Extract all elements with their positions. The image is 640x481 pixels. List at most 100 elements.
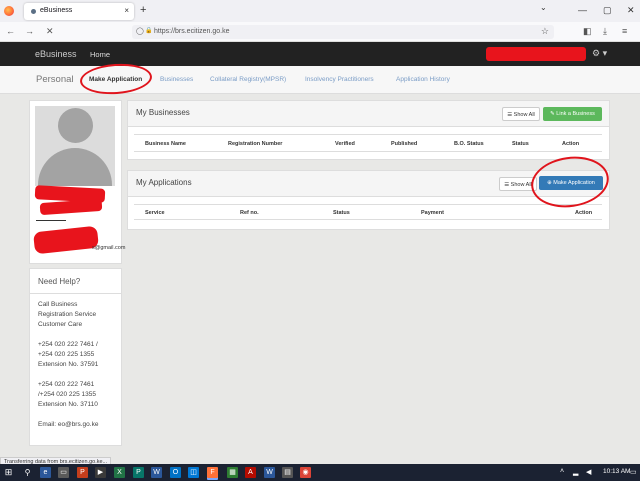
redacted-details xyxy=(33,225,99,255)
extension-icon[interactable]: ⤓ xyxy=(603,26,607,37)
app-icon-store[interactable]: ◫ xyxy=(188,467,199,478)
link-business-label: Link a Business xyxy=(556,111,595,117)
browser-tab-bar: eBusiness × + ⌄ — ▢ ✕ xyxy=(0,0,640,22)
tab-businesses[interactable]: Businesses xyxy=(160,76,193,83)
network-icon[interactable]: ▂ xyxy=(573,468,578,476)
profile-email: s@gmail.com xyxy=(92,245,126,251)
volume-icon[interactable]: ◀ xyxy=(586,468,591,476)
show-all-label: Show All xyxy=(513,112,535,118)
app-icon-publisher[interactable]: P xyxy=(133,467,144,478)
tab-close-icon[interactable]: × xyxy=(124,6,129,15)
browser-nav-bar: ← → ✕ ◯ 🔒 https://brs.ecitizen.go.ke ☆ ◧… xyxy=(0,22,640,42)
site-header: eBusiness Home ⚙ ▾ xyxy=(0,42,640,66)
url-text[interactable]: https://brs.ecitizen.go.ke xyxy=(154,28,229,35)
pocket-icon[interactable]: ◧ xyxy=(583,26,592,37)
column-header: Service xyxy=(145,210,165,216)
back-icon[interactable]: ← xyxy=(6,26,15,36)
show-all-label: Show All xyxy=(510,182,532,188)
column-header: Registration Number xyxy=(228,141,283,147)
home-link[interactable]: Home xyxy=(90,50,110,59)
app-icon-outlook[interactable]: O xyxy=(170,467,181,478)
tab-title: eBusiness xyxy=(40,7,73,14)
help-line: +254 020 222 7461 / xyxy=(38,341,98,348)
redacted-name-2 xyxy=(39,198,103,216)
help-line: Extension No. 37110 xyxy=(38,401,98,408)
panel-title: My Businesses xyxy=(136,108,190,117)
table-line xyxy=(134,134,602,135)
column-header: Published xyxy=(391,141,418,147)
app-icon-acrobat[interactable]: A xyxy=(245,467,256,478)
avatar xyxy=(35,106,115,186)
help-line: Customer Care xyxy=(38,321,83,328)
brand-logo[interactable]: eBusiness xyxy=(35,49,77,59)
app-icon-word-2[interactable]: W xyxy=(264,467,275,478)
bookmark-star-icon[interactable]: ☆ xyxy=(541,26,549,37)
column-header: Ref no. xyxy=(240,210,259,216)
app-icon-excel[interactable]: X xyxy=(114,467,125,478)
help-divider xyxy=(30,293,121,294)
app-icon-edge[interactable]: e xyxy=(40,467,51,478)
column-header: Status xyxy=(512,141,529,147)
help-line: +254 020 222 7461 xyxy=(38,381,95,388)
new-tab-button[interactable]: + xyxy=(140,4,146,16)
app-icon-generic[interactable]: ▤ xyxy=(282,467,293,478)
help-line: Extension No. 37591 xyxy=(38,361,99,368)
app-icon-media[interactable]: ▶ xyxy=(95,467,106,478)
browser-tab[interactable]: eBusiness × xyxy=(24,3,134,20)
search-icon[interactable]: ⚲ xyxy=(22,467,33,478)
help-line: +254 020 225 1355 xyxy=(38,351,95,358)
redacted-username xyxy=(486,47,586,61)
column-header: B.O. Status xyxy=(454,141,484,147)
table-line xyxy=(134,204,602,205)
firefox-logo-icon[interactable] xyxy=(4,6,14,16)
column-header: Verified xyxy=(335,141,355,147)
column-header: Business Name xyxy=(145,141,186,147)
help-line: /+254 020 225 1355 xyxy=(38,391,97,398)
column-header: Payment xyxy=(421,210,444,216)
close-window-button[interactable]: ✕ xyxy=(627,5,635,16)
help-email: Email: eo@brs.go.ke xyxy=(38,421,99,428)
avatar-body-icon xyxy=(38,148,112,186)
clock[interactable]: 10:13 AM xyxy=(603,468,630,475)
column-header: Status xyxy=(333,210,350,216)
forward-icon[interactable]: → xyxy=(25,26,34,36)
help-card: Need Help? Call Business Registration Se… xyxy=(29,268,122,446)
app-icon-chrome[interactable]: ◉ xyxy=(300,467,311,478)
minimize-button[interactable]: — xyxy=(578,5,587,15)
windows-taskbar: ⊞ ⚲ e ▭ P ▶ X P W O ◫ F ▦ A W ▤ ◉ ˄ ▂ ◀ … xyxy=(0,464,640,481)
panel-header: My Businesses ☰ Show All ✎ Link a Busine… xyxy=(128,101,609,127)
personal-title: Personal xyxy=(36,74,74,85)
profile-card: s@gmail.com xyxy=(29,100,126,264)
lock-icon[interactable]: 🔒 xyxy=(145,27,152,34)
table-line xyxy=(134,219,602,220)
stop-icon[interactable]: ✕ xyxy=(46,26,54,37)
maximize-button[interactable]: ▢ xyxy=(603,5,612,16)
tab-insolvency-practitioners[interactable]: Insolvency Practitioners xyxy=(305,76,374,83)
settings-gear-icon[interactable]: ⚙ ▾ xyxy=(592,48,607,59)
column-header: Action xyxy=(575,210,593,216)
avatar-head-icon xyxy=(58,108,93,143)
help-line: Registration Service xyxy=(38,311,97,318)
tab-list-icon[interactable]: ⌄ xyxy=(540,3,547,12)
table-line xyxy=(134,151,602,152)
app-icon-word[interactable]: W xyxy=(151,467,162,478)
app-icon-firefox[interactable]: F xyxy=(207,467,218,478)
app-icon-folder[interactable]: ▭ xyxy=(58,467,69,478)
menu-icon[interactable]: ≡ xyxy=(622,26,627,36)
address-bar[interactable]: ◯ 🔒 https://brs.ecitizen.go.ke ☆ xyxy=(132,25,554,39)
help-title: Need Help? xyxy=(38,277,81,286)
start-icon[interactable]: ⊞ xyxy=(3,467,14,478)
loading-icon xyxy=(31,9,36,14)
app-icon-powerpoint[interactable]: P xyxy=(77,467,88,478)
notifications-icon[interactable]: ▭ xyxy=(630,468,637,476)
tray-up-icon[interactable]: ˄ xyxy=(560,468,564,475)
link-business-button[interactable]: ✎ Link a Business xyxy=(543,107,602,121)
help-line: Call Business xyxy=(38,301,78,308)
my-businesses-panel: My Businesses ☰ Show All ✎ Link a Busine… xyxy=(127,100,610,160)
app-icon-calculator[interactable]: ▦ xyxy=(227,467,238,478)
shield-icon[interactable]: ◯ xyxy=(136,27,144,35)
tab-application-history[interactable]: Application History xyxy=(396,76,450,83)
tab-collateral-registry[interactable]: Collateral Registry(MPSR) xyxy=(210,76,286,83)
show-all-businesses-button[interactable]: ☰ Show All xyxy=(502,107,540,121)
panel-title: My Applications xyxy=(136,178,192,187)
